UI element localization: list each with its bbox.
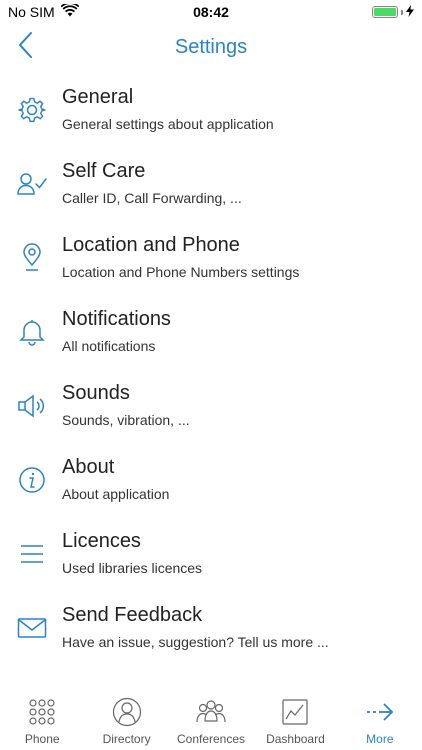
tab-label: Phone: [24, 732, 60, 746]
charging-bolt-icon: [406, 4, 414, 20]
gear-icon: [16, 94, 48, 126]
envelope-icon: [16, 612, 48, 644]
settings-item-general[interactable]: General General settings about applicati…: [0, 74, 422, 148]
dialpad-icon: [26, 696, 58, 728]
status-time: 08:42: [193, 4, 229, 20]
item-subtitle: Sounds, vibration, ...: [62, 412, 190, 428]
group-icon: [195, 696, 227, 728]
tab-label: Conferences: [176, 732, 246, 746]
battery-icon: [372, 6, 398, 18]
tab-bar: Phone Directory Conferences Dashboard Mo…: [0, 692, 422, 750]
list-lines-icon: [16, 538, 48, 570]
tab-conferences[interactable]: Conferences: [169, 692, 253, 750]
item-title: About: [62, 456, 115, 478]
user-check-icon: [16, 168, 48, 200]
item-title: Notifications: [62, 308, 171, 330]
settings-item-licences[interactable]: Licences Used libraries licences: [0, 518, 422, 592]
item-subtitle: Have an issue, suggestion? Tell us more …: [62, 634, 329, 650]
tab-label: Dashboard: [266, 732, 325, 746]
tab-label: More: [366, 732, 394, 746]
tab-directory[interactable]: Directory: [84, 692, 168, 750]
info-icon: [16, 464, 48, 496]
item-title: Self Care: [62, 160, 146, 182]
nav-bar: Settings: [0, 24, 422, 70]
item-title: Sounds: [62, 382, 130, 404]
settings-item-about[interactable]: About About application: [0, 444, 422, 518]
item-subtitle: Location and Phone Numbers settings: [62, 264, 300, 280]
item-subtitle: Caller ID, Call Forwarding, ...: [62, 190, 242, 206]
settings-item-send-feedback[interactable]: Send Feedback Have an issue, suggestion?…: [0, 592, 422, 666]
settings-item-notifications[interactable]: Notifications All notifications: [0, 296, 422, 370]
tab-label: Directory: [102, 732, 151, 746]
settings-item-location[interactable]: Location and Phone Location and Phone Nu…: [0, 222, 422, 296]
item-title: Location and Phone: [62, 234, 240, 256]
bell-icon: [16, 316, 48, 348]
tab-phone[interactable]: Phone: [0, 692, 84, 750]
item-subtitle: All notifications: [62, 338, 156, 354]
item-subtitle: About application: [62, 486, 170, 502]
arrow-right-icon: [364, 696, 396, 728]
chart-icon: [279, 696, 311, 728]
person-circle-icon: [111, 696, 143, 728]
tab-more[interactable]: More: [338, 692, 422, 750]
status-bar: No SIM 08:42: [0, 0, 422, 24]
item-title: Licences: [62, 530, 141, 552]
item-subtitle: General settings about application: [62, 116, 274, 132]
item-title: General: [62, 86, 134, 108]
settings-list: General General settings about applicati…: [0, 74, 422, 666]
item-subtitle: Used libraries licences: [62, 560, 203, 576]
tab-dashboard[interactable]: Dashboard: [253, 692, 337, 750]
page-title: Settings: [174, 36, 248, 58]
location-pin-icon: [16, 242, 48, 274]
speaker-icon: [16, 390, 48, 422]
settings-item-sounds[interactable]: Sounds Sounds, vibration, ...: [0, 370, 422, 444]
settings-item-self-care[interactable]: Self Care Caller ID, Call Forwarding, ..…: [0, 148, 422, 222]
item-title: Send Feedback: [62, 604, 203, 626]
